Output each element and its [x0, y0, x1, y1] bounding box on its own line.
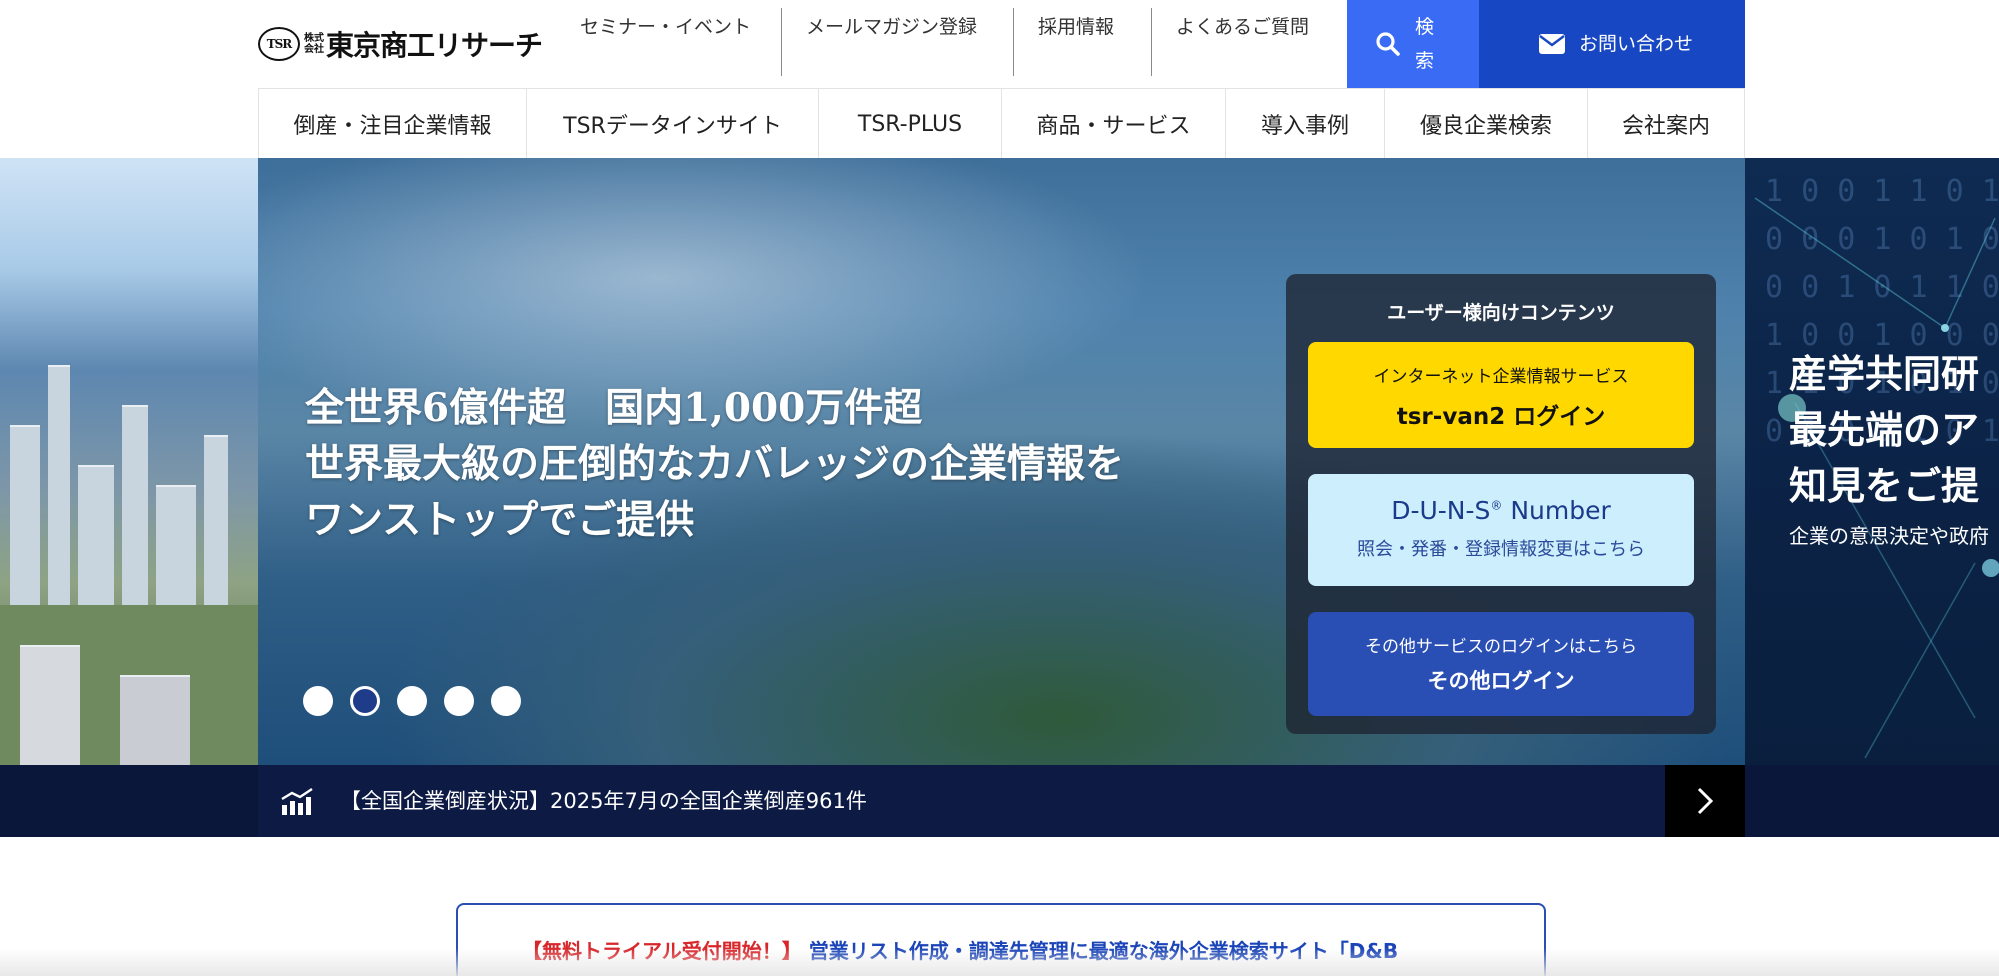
- next-slide-preview[interactable]: 1 0 0 1 1 0 1 0 0 0 1 0 1 0 0 0 1 0 1 1 …: [1745, 158, 1999, 765]
- carousel-dot-5[interactable]: [491, 686, 521, 716]
- utility-nav: セミナー・イベント メールマガジン登録 採用情報 よくあるご質問: [556, 0, 1342, 88]
- util-link-label: よくあるご質問: [1176, 16, 1310, 38]
- next-slide-subtitle: 企業の意思決定や政府: [1789, 524, 1989, 548]
- contact-button[interactable]: お問い合わせ: [1479, 0, 1745, 88]
- carousel-pagination: [303, 686, 538, 716]
- duns-number-word: Number: [1502, 496, 1611, 525]
- search-button-label: 検索: [1415, 16, 1435, 72]
- carousel-dot-4[interactable]: [444, 686, 474, 716]
- hero-carousel: 全世界6億件超 国内1,000万件超 世界最大級の圧倒的なカバレッジの企業情報を…: [0, 158, 1999, 765]
- chart-icon: [281, 788, 313, 815]
- other-login-main-label: その他ログイン: [1427, 669, 1575, 693]
- nav-item-tsr-data-insight[interactable]: TSRデータインサイト: [527, 89, 819, 159]
- news-headline-link[interactable]: 【全国企業倒産状況】2025年7月の全国企業倒産961件: [340, 765, 867, 837]
- tsr-van2-login-button[interactable]: インターネット企業情報サービス tsr-van2 ログイン: [1308, 342, 1694, 448]
- tsr-van2-main-label: tsr-van2 ログイン: [1396, 404, 1606, 430]
- registered-mark: ®: [1490, 498, 1503, 513]
- news-ticker-bar: 【全国企業倒産状況】2025年7月の全国企業倒産961件: [0, 765, 1999, 837]
- util-link-seminar[interactable]: セミナー・イベント: [556, 0, 782, 88]
- hero-headline-line: ワンストップでご提供: [305, 497, 695, 543]
- news-ticker: 【全国企業倒産状況】2025年7月の全国企業倒産961件: [258, 765, 1745, 837]
- chevron-right-icon: [1697, 787, 1714, 815]
- next-slide-headline: 産学共同研 最先端のア 知見をご提: [1789, 346, 1979, 514]
- carousel-dot-2-active[interactable]: [350, 686, 380, 716]
- tsr-van2-sub-label: インターネット企業情報サービス: [1373, 367, 1629, 387]
- duns-name: D-U-N-S: [1391, 496, 1491, 525]
- previous-slide-image: [0, 158, 258, 765]
- nav-item-excellent-company-search[interactable]: 優良企業検索: [1385, 89, 1588, 159]
- duns-main-label: D-U-N-S® Number: [1308, 496, 1694, 525]
- logo-mark: TSR: [258, 27, 300, 61]
- other-login-sub-label: その他サービスのログインはこちら: [1365, 637, 1637, 657]
- user-login-panel: ユーザー様向けコンテンツ インターネット企業情報サービス tsr-van2 ログ…: [1286, 274, 1716, 734]
- nav-item-bankruptcy-info[interactable]: 倒産・注目企業情報: [259, 89, 527, 159]
- nav-item-case-studies[interactable]: 導入事例: [1226, 89, 1385, 159]
- login-panel-title: ユーザー様向けコンテンツ: [1387, 302, 1615, 324]
- util-link-recruit[interactable]: 採用情報: [1014, 0, 1152, 88]
- duns-number-button[interactable]: D-U-N-S® Number 照会・発番・登録情報変更はこちら: [1308, 474, 1694, 586]
- util-link-label: セミナー・イベント: [580, 16, 752, 38]
- search-button[interactable]: 検索: [1347, 0, 1479, 88]
- hero-headline-line: 全世界6億件超 国内1,000万件超: [305, 385, 923, 431]
- hero-headline-line: 世界最大級の圧倒的なカバレッジの企業情報を: [305, 441, 1125, 487]
- nav-item-tsr-plus[interactable]: TSR-PLUS: [819, 89, 1002, 159]
- nav-item-company-info[interactable]: 会社案内: [1588, 89, 1745, 159]
- mail-icon: [1539, 34, 1565, 54]
- nav-item-products-services[interactable]: 商品・サービス: [1002, 89, 1226, 159]
- site-logo[interactable]: TSR 株式 会社 東京商工リサーチ: [258, 26, 543, 62]
- next-slide-headline-line: 最先端のア: [1789, 407, 1980, 452]
- other-login-button[interactable]: その他サービスのログインはこちら その他ログイン: [1308, 612, 1694, 716]
- util-link-label: メールマガジン登録: [806, 16, 978, 38]
- logo-company-name: 東京商工リサーチ: [326, 29, 543, 62]
- main-nav: 倒産・注目企業情報 TSRデータインサイト TSR-PLUS 商品・サービス 導…: [258, 88, 1745, 159]
- next-slide-headline-line: 産学共同研: [1789, 351, 1980, 396]
- carousel-dot-3[interactable]: [397, 686, 427, 716]
- site-header: TSR 株式 会社 東京商工リサーチ セミナー・イベント メールマガジン登録 採…: [0, 0, 1999, 159]
- util-link-faq[interactable]: よくあるご質問: [1152, 0, 1342, 88]
- util-link-label: 採用情報: [1038, 16, 1115, 38]
- logo-kabushiki-kaisha: 株式 会社: [304, 33, 324, 55]
- news-next-button[interactable]: [1665, 765, 1745, 837]
- search-icon: [1376, 32, 1400, 56]
- bottom-fade-overlay: [0, 948, 1999, 976]
- logo-kk-top: 株式: [304, 33, 324, 44]
- util-link-mail-magazine[interactable]: メールマガジン登録: [782, 0, 1014, 88]
- hero-headline: 全世界6億件超 国内1,000万件超 世界最大級の圧倒的なカバレッジの企業情報を…: [305, 380, 1124, 548]
- duns-sub-label: 照会・発番・登録情報変更はこちら: [1357, 539, 1645, 560]
- logo-kk-bottom: 会社: [304, 44, 324, 55]
- next-slide-headline-line: 知見をご提: [1789, 463, 1980, 508]
- carousel-dot-1[interactable]: [303, 686, 333, 716]
- contact-button-label: お問い合わせ: [1579, 33, 1694, 55]
